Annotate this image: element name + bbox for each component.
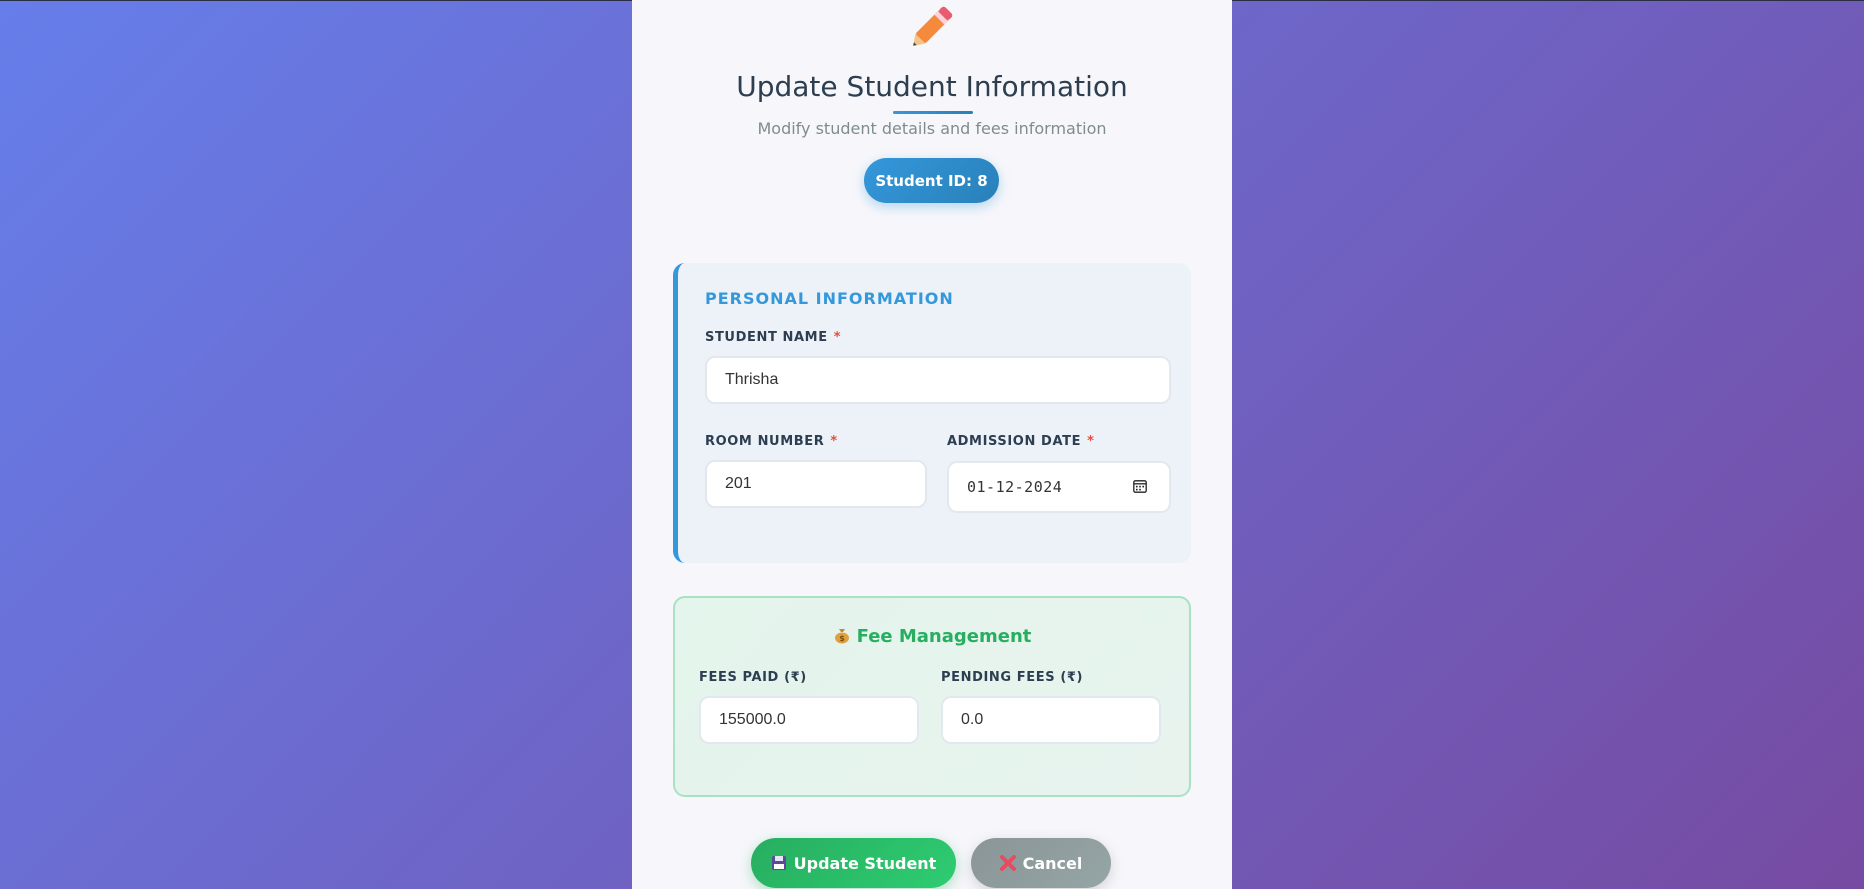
room-number-value: 201 [725, 475, 752, 492]
required-mark: * [833, 330, 842, 345]
personal-information-section: PERSONAL INFORMATION STUDENT NAME * Thris… [673, 263, 1191, 563]
calendar-icon[interactable] [1133, 479, 1147, 493]
cross-mark-icon [999, 855, 1016, 871]
room-number-input[interactable]: 201 [705, 460, 927, 508]
pencil-icon [913, 6, 953, 46]
fee-management-section: $ Fee Management FEES PAID (₹) 155000.0 … [673, 596, 1191, 797]
admission-date-input[interactable]: 01-12-2024 [947, 461, 1171, 513]
fee-section-title: $ Fee Management [675, 626, 1189, 647]
svg-text:$: $ [839, 634, 845, 643]
cancel-button[interactable]: Cancel [971, 838, 1111, 888]
money-bag-icon: $ [834, 629, 849, 644]
student-name-value: Thrisha [725, 371, 779, 388]
student-id-badge: Student ID: 8 [864, 158, 999, 203]
pending-fees-value: 0.0 [961, 711, 984, 728]
pending-fees-input[interactable]: 0.0 [941, 696, 1161, 744]
title-underline [893, 111, 973, 114]
fees-paid-label: FEES PAID (₹) [699, 670, 807, 685]
update-student-button[interactable]: Update Student [751, 838, 956, 888]
room-number-label: ROOM NUMBER * [705, 434, 838, 449]
student-name-input[interactable]: Thrisha [705, 356, 1171, 404]
update-student-card: Update Student Information Modify studen… [632, 0, 1232, 889]
admission-date-value: 01-12-2024 [967, 478, 1063, 496]
pending-fees-label: PENDING FEES (₹) [941, 670, 1084, 685]
required-mark: * [830, 434, 838, 449]
fees-paid-value: 155000.0 [719, 711, 786, 728]
required-mark: * [1087, 434, 1095, 449]
fees-paid-input[interactable]: 155000.0 [699, 696, 919, 744]
section-title: PERSONAL INFORMATION [705, 289, 954, 308]
admission-date-label: ADMISSION DATE * [947, 434, 1095, 449]
page-subtitle: Modify student details and fees informat… [757, 119, 1107, 138]
student-name-label: STUDENT NAME * [705, 330, 842, 345]
floppy-disk-icon [771, 856, 786, 870]
page-title: Update Student Information [736, 70, 1128, 103]
